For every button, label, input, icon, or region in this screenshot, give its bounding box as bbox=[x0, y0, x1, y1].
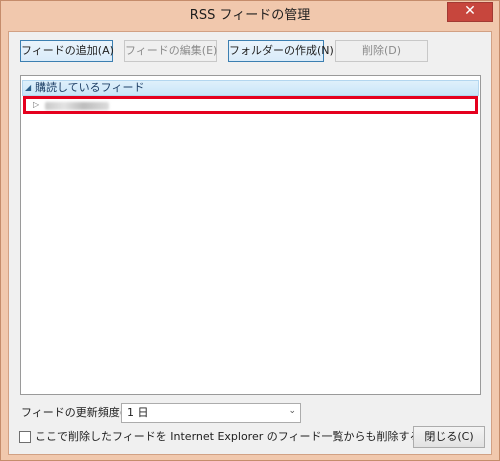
create-folder-button[interactable]: フォルダーの作成(N) bbox=[228, 40, 334, 62]
window-close-button[interactable]: ✕ bbox=[447, 2, 493, 22]
delete-from-ie-label[interactable]: ここで削除したフィードを Internet Explorer のフィード一覧から… bbox=[35, 429, 436, 445]
window-title: RSS フィードの管理 bbox=[189, 8, 311, 23]
delete-button[interactable]: 削除(D) bbox=[335, 40, 428, 62]
feed-group-header[interactable]: ◢ 購読しているフィード bbox=[22, 80, 479, 96]
update-frequency-select[interactable]: 1 日 ⌄ bbox=[121, 403, 301, 423]
blurred-feed-name bbox=[45, 102, 109, 110]
collapse-arrow-icon[interactable]: ◢ bbox=[25, 83, 31, 92]
rss-feed-manager-window: RSS フィードの管理 ✕ フィードの追加(A) フィードの編集(E) フォルダ… bbox=[0, 0, 500, 461]
chevron-down-icon[interactable]: ⌄ bbox=[288, 406, 296, 416]
dialog-client-area: フィードの追加(A) フィードの編集(E) フォルダーの作成(N) 削除(D) … bbox=[8, 31, 492, 455]
expand-arrow-icon[interactable]: ▷ bbox=[33, 100, 39, 109]
edit-feed-button[interactable]: フィードの編集(E) bbox=[124, 40, 217, 62]
feed-group-label: 購読しているフィード bbox=[35, 81, 145, 94]
feed-list-item[interactable]: ▷ bbox=[21, 98, 480, 114]
delete-from-ie-checkbox[interactable] bbox=[19, 431, 31, 443]
update-frequency-value: 1 日 bbox=[127, 406, 149, 419]
add-feed-button[interactable]: フィードの追加(A) bbox=[20, 40, 114, 62]
title-bar[interactable]: RSS フィードの管理 ✕ bbox=[1, 1, 499, 31]
feed-list[interactable]: ◢ 購読しているフィード ▷ bbox=[20, 75, 481, 395]
close-dialog-button[interactable]: 閉じる(C) bbox=[413, 426, 485, 448]
